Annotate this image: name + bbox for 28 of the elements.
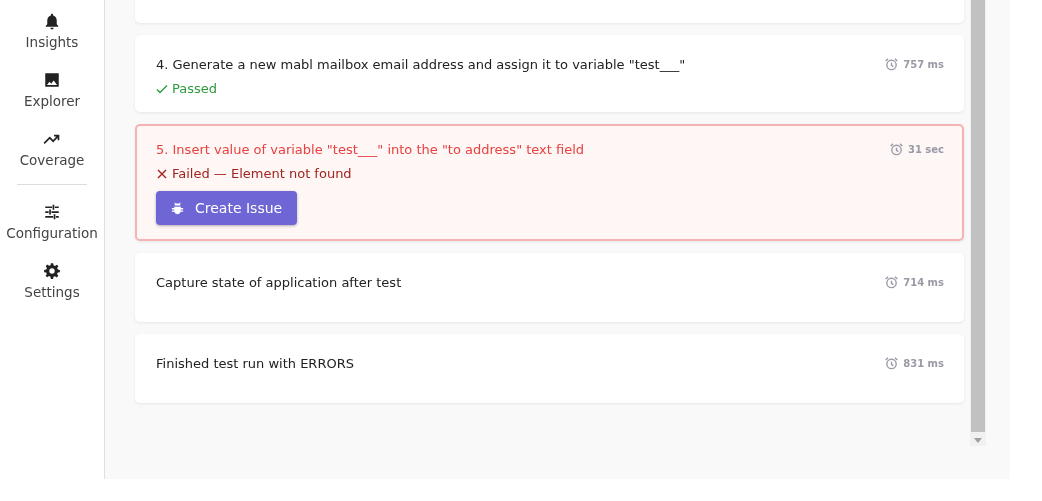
alarm-clock-icon xyxy=(888,142,904,157)
settings-icon[interactable] xyxy=(43,262,61,280)
nav-link[interactable]: Coverage xyxy=(19,152,85,168)
nav-link[interactable]: Insights xyxy=(25,34,79,50)
alarm-clock-icon xyxy=(884,275,900,290)
duration-label: 714 ms xyxy=(903,277,944,288)
step-title: Capture state of application after test xyxy=(156,275,402,290)
image-icon[interactable] xyxy=(43,71,61,89)
create-issue-button[interactable]: Create Issue xyxy=(156,191,298,225)
status-text: Passed xyxy=(172,81,218,96)
nav-link[interactable]: Explorer xyxy=(23,93,81,109)
duration-label: 757 ms xyxy=(903,59,944,70)
sliders-icon[interactable] xyxy=(43,203,61,221)
duration-label: 31 sec xyxy=(907,144,944,155)
scrollbar[interactable] xyxy=(970,0,986,446)
duration-label: 831 ms xyxy=(903,358,944,369)
cross-icon xyxy=(156,167,168,180)
nav-link[interactable]: Settings xyxy=(24,284,80,300)
check-icon xyxy=(156,82,168,95)
alarm-clock-icon xyxy=(884,57,900,72)
status-text: Failed — Element not found xyxy=(172,166,352,181)
nav-link[interactable]: Configuration xyxy=(6,225,98,241)
bell-icon[interactable] xyxy=(43,12,61,30)
step-title: Finished test run with ERRORS xyxy=(156,356,354,371)
alarm-clock-icon xyxy=(884,356,900,371)
step-title: 5. Insert value of variable "test___" into the "to address" text field xyxy=(156,142,585,157)
step-title: 4. Generate a new mabl mailbox email address and assign it to variable "test___" xyxy=(156,57,686,72)
bug-icon xyxy=(170,200,185,216)
